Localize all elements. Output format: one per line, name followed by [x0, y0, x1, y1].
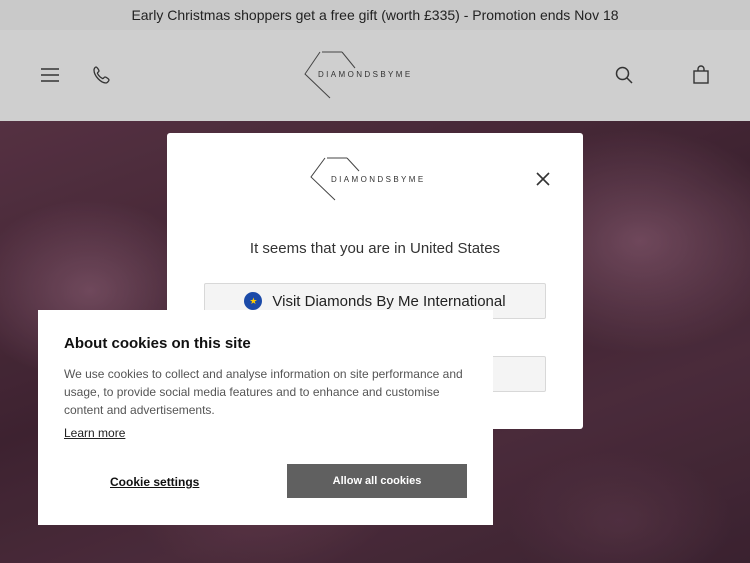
site-logo[interactable]: DIAMONDSBYME — [300, 50, 440, 100]
visit-international-label: Visit Diamonds By Me International — [272, 292, 506, 310]
allow-all-cookies-button[interactable]: Allow all cookies — [287, 464, 467, 498]
learn-more-link[interactable]: Learn more — [64, 426, 125, 440]
cookie-banner: About cookies on this site We use cookie… — [38, 310, 493, 525]
promo-text: Early Christmas shoppers get a free gift… — [131, 7, 619, 23]
cookie-settings-button[interactable]: Cookie settings — [110, 475, 199, 489]
promo-banner: Early Christmas shoppers get a free gift… — [0, 0, 750, 30]
search-icon[interactable] — [613, 64, 635, 86]
site-header: DIAMONDSBYME — [0, 30, 750, 121]
eu-flag-icon: ★ — [244, 292, 263, 310]
phone-icon[interactable] — [91, 64, 113, 86]
bag-icon[interactable] — [690, 64, 712, 86]
menu-icon[interactable] — [39, 64, 61, 86]
modal-logo-text: DIAMONDSBYME — [331, 175, 426, 184]
cookie-title: About cookies on this site — [64, 335, 251, 352]
cookie-description: We use cookies to collect and analyse in… — [64, 367, 463, 417]
site-logo-text: DIAMONDSBYME — [318, 70, 413, 79]
close-icon[interactable] — [533, 169, 553, 189]
location-message: It seems that you are in United States — [249, 240, 501, 257]
modal-logo: DIAMONDSBYME — [307, 153, 442, 203]
